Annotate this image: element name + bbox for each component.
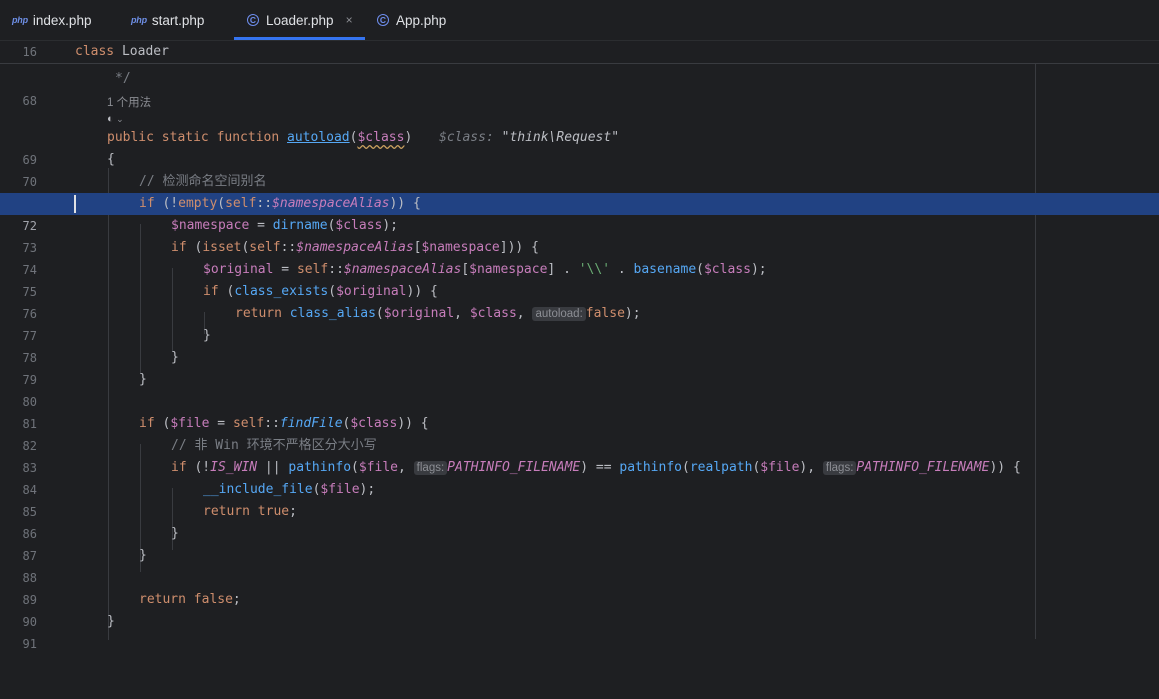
class-file-icon: C [247,14,259,26]
sticky-class-declaration: class Loader [75,44,169,59]
code-line: 86 return true; [22,504,297,541]
override-icon: ◐ [107,113,114,125]
tab-label: start.php [151,12,205,28]
tab-label: index.php [32,12,92,28]
parameter-hint: flags: [822,461,857,475]
code-line: 88 } [22,548,147,585]
function-signature: public static function autoload($class) [107,130,413,145]
comment: // 检测命名空间别名 [139,174,267,189]
usage-count: 1 个用法 [107,97,152,109]
tab-index-php[interactable]: php index.php [12,0,91,40]
code-line: 78 } [22,328,211,365]
tab-label: App.php [396,12,447,28]
text-caret [74,195,76,213]
code-line: 81 [22,417,37,431]
code-line: 73 $namespace = dirname($class); [22,218,399,255]
comment-end: */ [115,71,131,86]
code-line: 68 */ [0,68,1159,108]
parameter-hint: autoload: [532,307,586,321]
tab-label: Loader.php [266,12,334,28]
code-line: 82 if ($file = self::findFile($class)) { [22,416,429,453]
code-line: 89 [22,593,37,607]
implementation-gutter-icon[interactable]: ◐ ⌄ [107,111,124,127]
comment: // 非 Win 环境不严格区分大小写 [171,438,377,453]
code-line: 84 if (!IS_WIN || pathinfo($file, flags:… [22,460,1021,497]
active-tab-indicator [234,37,365,40]
code-line: 75 $original = self::$namespaceAlias[$na… [22,262,767,299]
usage-hint[interactable]: 1 个用法 [107,91,151,113]
tab-loader-php[interactable]: C Loader.php × [234,0,365,40]
php-file-icon: php [12,15,28,25]
tab-app-php[interactable]: C App.php [377,0,446,40]
php-file-icon: php [131,15,147,25]
sticky-scope-header[interactable]: 16 class Loader [0,41,1159,64]
code-line: 69 public static function autoload($clas… [0,127,1159,167]
code-line: 77 return class_alias($original, $class,… [22,306,641,343]
code-line: 79 } [22,350,179,387]
debug-inline-value: $class: "think\Request" [439,130,620,145]
code-line: 87 } [22,526,179,563]
code-line: 85 __include_file($file); [22,482,376,519]
code-line: 80 } [22,372,147,409]
code-line: 91 } [22,614,115,651]
code-line: 90 return false; [22,592,241,629]
class-file-icon: C [377,14,389,26]
code-editor[interactable]: 68 */ 1 个用法 ◐ ⌄ 69 public static functio… [0,41,1159,651]
code-line: 76 if (class_exists($original)) { [22,284,438,321]
parameter-hint: flags: [413,461,448,475]
code-line: 70 { [22,152,115,189]
close-icon[interactable]: × [346,13,353,27]
execution-line: 72 if (!empty(self::$namespaceAlias)) { [0,193,1159,233]
code-line: 71 // 检测命名空间别名 [0,171,1159,211]
editor-tab-bar: php index.php php start.php C Loader.php… [0,0,1159,41]
code-line: 74 if (isset(self::$namespaceAlias[$name… [22,240,539,277]
tab-start-php[interactable]: php start.php [131,0,204,40]
code-line: 83 // 非 Win 环境不严格区分大小写 [0,435,1159,475]
chevron-down-icon: ⌄ [113,114,124,124]
